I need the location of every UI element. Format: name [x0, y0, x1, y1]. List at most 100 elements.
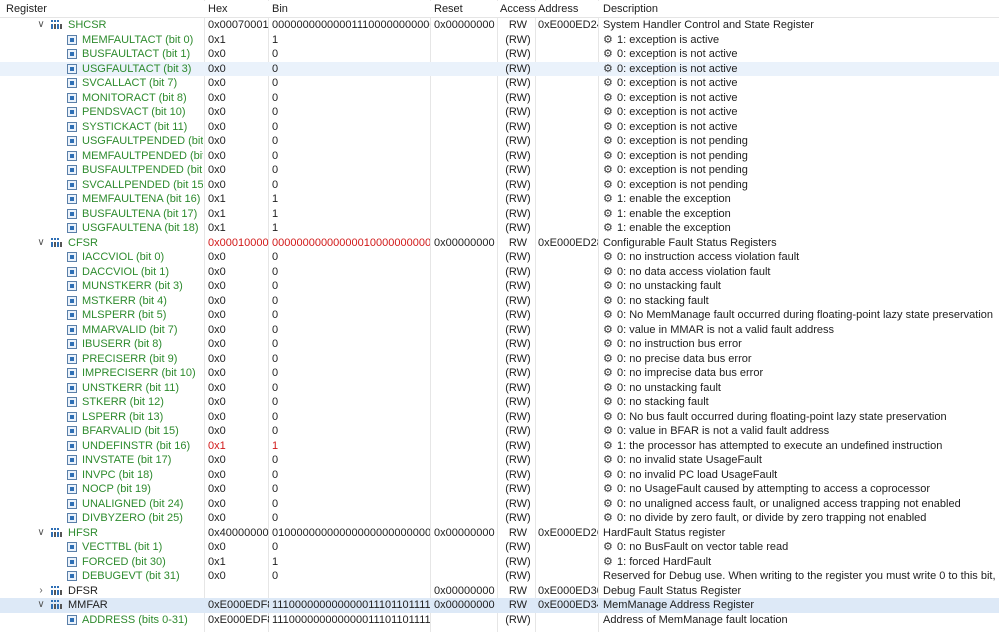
bin-value[interactable]: 0 — [272, 47, 430, 62]
hex-value[interactable]: 0x0 — [208, 337, 269, 352]
hex-value[interactable]: 0xE000EDF8 — [208, 598, 269, 613]
field-row[interactable]: USGFAULTENA (bit 18) 0x1 1 (RW) ⚙ 1: enable t… — [0, 221, 999, 236]
field-row[interactable]: IMPRECISERR (bit 10) 0x0 0 (RW) ⚙ 0: no impre… — [0, 366, 999, 381]
gear-icon[interactable]: ⚙ — [603, 555, 614, 570]
gear-icon[interactable]: ⚙ — [603, 207, 614, 222]
hex-value[interactable]: 0x0 — [208, 149, 269, 164]
register-row[interactable]: ∨ MMFAR 0xE000EDF8 111000000000000011101101… — [0, 598, 999, 613]
hex-value[interactable]: 0x0 — [208, 62, 269, 77]
column-header-address[interactable]: Address — [538, 1, 598, 17]
hex-value[interactable]: 0x0 — [208, 134, 269, 149]
hex-value[interactable]: 0x0 — [208, 352, 269, 367]
field-row[interactable]: MSTKERR (bit 4) 0x0 0 (RW) ⚙ 0: no stacking f… — [0, 294, 999, 309]
bin-value[interactable]: 00000000000000010000000000000000 — [272, 236, 430, 251]
bin-value[interactable]: 0 — [272, 453, 430, 468]
hex-value[interactable]: 0x0 — [208, 279, 269, 294]
gear-icon[interactable]: ⚙ — [603, 439, 614, 454]
gear-icon[interactable]: ⚙ — [603, 381, 614, 396]
field-row[interactable]: LSPERR (bit 13) 0x0 0 (RW) ⚙ 0: No bus fault … — [0, 410, 999, 425]
gear-icon[interactable]: ⚙ — [603, 511, 614, 526]
field-row[interactable]: MUNSTKERR (bit 3) 0x0 0 (RW) ⚙ 0: no unstacki… — [0, 279, 999, 294]
gear-icon[interactable]: ⚙ — [603, 192, 614, 207]
hex-value[interactable]: 0x0 — [208, 497, 269, 512]
field-row[interactable]: STKERR (bit 12) 0x0 0 (RW) ⚙ 0: no stacking f… — [0, 395, 999, 410]
gear-icon[interactable]: ⚙ — [603, 424, 614, 439]
bin-value[interactable]: 1 — [272, 439, 430, 454]
field-row[interactable]: DEBUGEVT (bit 31) 0x0 0 (RW) Reserved for De… — [0, 569, 999, 584]
register-row[interactable]: ∨ HFSR 0x40000000 0100000000000000000000000… — [0, 526, 999, 541]
bin-value[interactable]: 0 — [272, 105, 430, 120]
gear-icon[interactable]: ⚙ — [603, 62, 614, 77]
bin-value[interactable]: 0 — [272, 250, 430, 265]
field-row[interactable]: MEMFAULTACT (bit 0) 0x1 1 (RW) ⚙ 1: exception… — [0, 33, 999, 48]
field-row[interactable]: MEMFAULTENA (bit 16) 0x1 1 (RW) ⚙ 1: enable t… — [0, 192, 999, 207]
field-row[interactable]: USGFAULTPENDED (bit 12) 0x00 (RW) ⚙0: excep… — [0, 134, 999, 149]
bin-value[interactable]: 0 — [272, 294, 430, 309]
bin-value[interactable]: 0 — [272, 265, 430, 280]
bin-value[interactable]: 0 — [272, 352, 430, 367]
field-row[interactable]: SYSTICKACT (bit 11) 0x0 0 (RW) ⚙ 0: exception… — [0, 120, 999, 135]
hex-value[interactable]: 0x0 — [208, 468, 269, 483]
bin-value[interactable]: 0 — [272, 120, 430, 135]
chevron-down-icon[interactable]: ∨ — [36, 236, 46, 251]
hex-value[interactable] — [208, 584, 269, 599]
gear-icon[interactable]: ⚙ — [603, 468, 614, 483]
field-row[interactable]: NOCP (bit 19) 0x0 0 (RW) ⚙ 0: no UsageFault c… — [0, 482, 999, 497]
field-row[interactable]: MONITORACT (bit 8) 0x0 0 (RW) ⚙ 0: exception … — [0, 91, 999, 106]
bin-value[interactable]: 0 — [272, 279, 430, 294]
bin-value[interactable]: 0 — [272, 395, 430, 410]
hex-value[interactable]: 0x0 — [208, 540, 269, 555]
bin-value[interactable]: 1 — [272, 555, 430, 570]
column-header-hex[interactable]: Hex — [208, 1, 269, 17]
bin-value[interactable]: 0 — [272, 424, 430, 439]
hex-value[interactable]: 0x0 — [208, 76, 269, 91]
hex-value[interactable]: 0x0 — [208, 453, 269, 468]
bin-value[interactable]: 0 — [272, 497, 430, 512]
bin-value[interactable]: 00000000000001110000000000000001 — [272, 18, 430, 33]
field-row[interactable]: BUSFAULTENA (bit 17) 0x1 1 (RW) ⚙ 1: enable t… — [0, 207, 999, 222]
gear-icon[interactable]: ⚙ — [603, 279, 614, 294]
column-header-bin[interactable]: Bin — [272, 1, 430, 17]
hex-value[interactable]: 0x0 — [208, 91, 269, 106]
chevron-down-icon[interactable]: ∨ — [36, 18, 46, 33]
field-row[interactable]: PENDSVACT (bit 10) 0x0 0 (RW) ⚙ 0: exception … — [0, 105, 999, 120]
bin-value[interactable]: 11100000000000001110110111111000 — [272, 598, 430, 613]
field-row[interactable]: INVPC (bit 18) 0x0 0 (RW) ⚙ 0: no invalid PC … — [0, 468, 999, 483]
bin-value[interactable]: 1 — [272, 207, 430, 222]
gear-icon[interactable]: ⚙ — [603, 482, 614, 497]
bin-value[interactable]: 0 — [272, 410, 430, 425]
gear-icon[interactable]: ⚙ — [603, 308, 614, 323]
hex-value[interactable]: 0x1 — [208, 207, 269, 222]
gear-icon[interactable]: ⚙ — [603, 149, 614, 164]
gear-icon[interactable]: ⚙ — [603, 410, 614, 425]
hex-value[interactable]: 0xE000EDF8 — [208, 613, 269, 628]
hex-value[interactable]: 0x0 — [208, 178, 269, 193]
column-header-reset[interactable]: Reset — [434, 1, 498, 17]
bin-value[interactable]: 0 — [272, 381, 430, 396]
bin-value[interactable]: 0 — [272, 511, 430, 526]
hex-value[interactable]: 0x0 — [208, 265, 269, 280]
bin-value[interactable]: 0 — [272, 149, 430, 164]
field-row[interactable]: USGFAULTACT (bit 3) 0x0 0 (RW) ⚙ 0: exception… — [0, 61, 999, 77]
bin-value[interactable]: 0 — [272, 323, 430, 338]
gear-icon[interactable]: ⚙ — [603, 163, 614, 178]
field-row[interactable]: IACCVIOL (bit 0) 0x0 0 (RW) ⚙ 0: no instructi… — [0, 250, 999, 265]
gear-icon[interactable]: ⚙ — [603, 265, 614, 280]
bin-value[interactable]: 0 — [272, 308, 430, 323]
chevron-down-icon[interactable]: ∨ — [36, 526, 46, 541]
bin-value[interactable]: 0 — [272, 337, 430, 352]
hex-value[interactable]: 0x0 — [208, 250, 269, 265]
bin-value[interactable]: 0 — [272, 468, 430, 483]
hex-value[interactable]: 0x0 — [208, 395, 269, 410]
field-row[interactable]: ADDRESS (bits 0-31) 0xE000EDF8 11100000000… — [0, 613, 999, 628]
chevron-down-icon[interactable]: ∨ — [36, 598, 46, 613]
column-header-description[interactable]: Description — [603, 1, 999, 17]
gear-icon[interactable]: ⚙ — [603, 366, 614, 381]
register-row[interactable]: ∨ CFSR 0x00010000 0000000000000001000000000… — [0, 236, 999, 251]
bin-value[interactable]: 0 — [272, 569, 430, 584]
chevron-right-icon[interactable]: › — [36, 584, 46, 599]
bin-value[interactable]: 0 — [272, 134, 430, 149]
bin-value[interactable]: 01000000000000000000000000000000 — [272, 526, 430, 541]
field-row[interactable]: DACCVIOL (bit 1) 0x0 0 (RW) ⚙ 0: no data acce… — [0, 265, 999, 280]
field-row[interactable]: PRECISERR (bit 9) 0x0 0 (RW) ⚙ 0: no precise … — [0, 352, 999, 367]
